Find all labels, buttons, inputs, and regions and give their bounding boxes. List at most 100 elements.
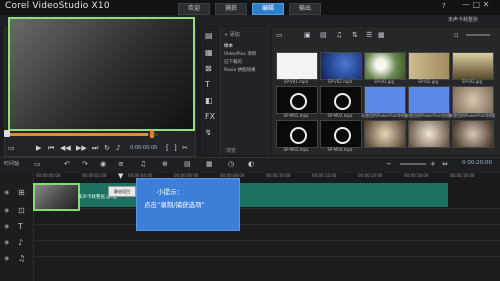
video-clip-thumbnail[interactable]: [33, 183, 80, 211]
library-thumb-audio[interactable]: [276, 86, 318, 114]
title-track-visibility-icon[interactable]: ◉: [4, 223, 9, 230]
instant-project-icon[interactable]: ▦: [205, 48, 213, 57]
add-folder-button[interactable]: + 添加: [224, 31, 240, 38]
library-thumb-label: SP-M04.mpa: [327, 147, 353, 152]
library-thumb-label: 未使用的PowerPoint拼图: [448, 113, 496, 118]
previous-frame-icon[interactable]: ◀◀: [60, 144, 71, 152]
project-clip-toggle-icon[interactable]: ▭: [8, 144, 15, 152]
timeline-zoom-slider[interactable]: [400, 163, 426, 165]
show-photo-icon[interactable]: ▤: [320, 31, 327, 39]
graphic-icon[interactable]: ◧: [205, 96, 213, 105]
scrubber-handle[interactable]: [4, 130, 10, 137]
zoom-out-icon[interactable]: ▫: [454, 31, 459, 39]
library-thumb[interactable]: [452, 52, 494, 80]
library-thumb-label: SP-I03.jpg: [461, 79, 483, 84]
library-thumb[interactable]: [408, 120, 450, 148]
ruler-tick: 00:00:16:00: [404, 173, 429, 178]
multicam-icon[interactable]: ▦: [206, 160, 213, 168]
mask-creator-icon[interactable]: ◐: [248, 160, 254, 168]
path-icon[interactable]: ↯: [205, 128, 212, 137]
zoom-in-timeline-icon[interactable]: +: [430, 160, 436, 168]
mark-out-icon[interactable]: ]: [174, 144, 177, 152]
library-thumb[interactable]: [408, 52, 450, 80]
redo-icon[interactable]: ↷: [82, 160, 88, 168]
clip-tooltip: 静态项目: [108, 186, 136, 197]
filter-icon[interactable]: FX: [205, 112, 215, 121]
library-thumb[interactable]: [452, 120, 494, 148]
list-view-icon[interactable]: ☰: [366, 31, 372, 39]
track-divider: [33, 224, 500, 225]
ruler-tick: 00:00:02:00: [82, 173, 107, 178]
show-video-icon[interactable]: ▣: [304, 31, 311, 39]
home-icon[interactable]: ⏮: [48, 144, 54, 153]
play-icon[interactable]: ▶: [36, 144, 41, 152]
tab-capture[interactable]: 捕获: [215, 3, 247, 15]
storyboard-view-icon[interactable]: ▭: [34, 160, 41, 168]
library-thumb[interactable]: [364, 52, 406, 80]
library-thumb[interactable]: [452, 86, 494, 114]
music-track-visibility-icon[interactable]: ◉: [4, 255, 9, 262]
sound-mixer-icon[interactable]: ≡: [118, 160, 124, 168]
transition-icon[interactable]: ⊠: [205, 64, 212, 73]
tree-item-videoplus[interactable]: VideoPlus 项目: [224, 51, 256, 57]
folder-icon[interactable]: ▭: [276, 31, 283, 39]
track-divider: [33, 240, 500, 241]
tab-welcome[interactable]: 欢迎: [178, 3, 210, 15]
volume-icon[interactable]: ♪: [116, 144, 120, 152]
library-thumb-label: SP-V02.mp4: [327, 79, 353, 84]
browse-button[interactable]: 浏览: [226, 147, 236, 154]
ruler-tick: 00:00:18:00: [450, 173, 475, 178]
media-icon[interactable]: ▤: [205, 31, 213, 40]
playhead-marker[interactable]: ▼: [118, 172, 123, 180]
sort-icon[interactable]: ⇅: [352, 31, 358, 39]
video-track-icon[interactable]: ⊞: [18, 188, 25, 197]
motion-tracking-icon[interactable]: ⊕: [162, 160, 168, 168]
library-thumb[interactable]: [408, 86, 450, 114]
mark-in-icon[interactable]: [: [166, 144, 169, 152]
subtitle-editor-icon[interactable]: ▤: [184, 160, 191, 168]
video-track-visibility-icon[interactable]: ◉: [4, 189, 9, 196]
overlay-track-visibility-icon[interactable]: ◉: [4, 207, 9, 214]
auto-music-icon[interactable]: ♫: [140, 160, 146, 168]
ruler-tick: 00:00:14:00: [358, 173, 383, 178]
library-thumb[interactable]: [276, 52, 318, 80]
show-audio-icon[interactable]: ♫: [336, 31, 342, 39]
timeline-timecode[interactable]: 0:00:20:00: [462, 160, 492, 166]
tree-item-roxio[interactable]: Roxio 拼图效果: [224, 67, 256, 73]
tree-item-samples[interactable]: 样本: [224, 43, 233, 49]
title-icon[interactable]: T: [205, 80, 210, 89]
library-thumb-label: SP-M03.mpa: [283, 147, 309, 152]
overlay-track-icon[interactable]: ⊡: [18, 206, 25, 215]
fit-project-icon[interactable]: ⇔: [442, 160, 448, 168]
tab-edit[interactable]: 编辑: [252, 3, 284, 15]
library-thumb[interactable]: [364, 86, 406, 114]
thumb-view-icon[interactable]: ▦: [378, 31, 385, 39]
time-remap-icon[interactable]: ◷: [228, 160, 234, 168]
help-icon[interactable]: ?: [442, 2, 446, 10]
ruler-tick: 00:00:10:00: [266, 173, 291, 178]
library-thumb[interactable]: [320, 52, 362, 80]
voice-track-icon[interactable]: ♪: [18, 238, 23, 247]
project-info: 未声卡耗整张: [448, 17, 479, 23]
preview-timecode[interactable]: 0:00:00:00: [130, 145, 157, 151]
record-capture-icon[interactable]: ◉: [100, 160, 106, 168]
library-thumb-audio[interactable]: [320, 120, 362, 148]
library-thumb-audio[interactable]: [320, 86, 362, 114]
library-thumb[interactable]: [364, 120, 406, 148]
music-track-icon[interactable]: ♫: [18, 254, 25, 263]
end-icon[interactable]: ⏭: [92, 144, 98, 153]
zoom-out-timeline-icon[interactable]: −: [386, 160, 392, 168]
library-thumb-label: SP-I01.jpg: [373, 79, 395, 84]
voice-track-visibility-icon[interactable]: ◉: [4, 239, 9, 246]
split-clip-icon[interactable]: ✂: [182, 144, 188, 152]
title-track-icon[interactable]: T: [18, 222, 23, 231]
repeat-icon[interactable]: ↻: [104, 144, 110, 152]
tab-share[interactable]: 输出: [289, 3, 321, 15]
trim-marker-end[interactable]: [150, 130, 154, 138]
thumbnail-size-slider[interactable]: [466, 34, 490, 36]
window-controls[interactable]: — □ ✕: [462, 0, 489, 9]
tree-item-downloaded[interactable]: 已下载的: [224, 59, 242, 65]
undo-icon[interactable]: ↶: [64, 160, 70, 168]
library-thumb-audio[interactable]: [276, 120, 318, 148]
next-frame-icon[interactable]: ▶▶: [76, 144, 87, 152]
